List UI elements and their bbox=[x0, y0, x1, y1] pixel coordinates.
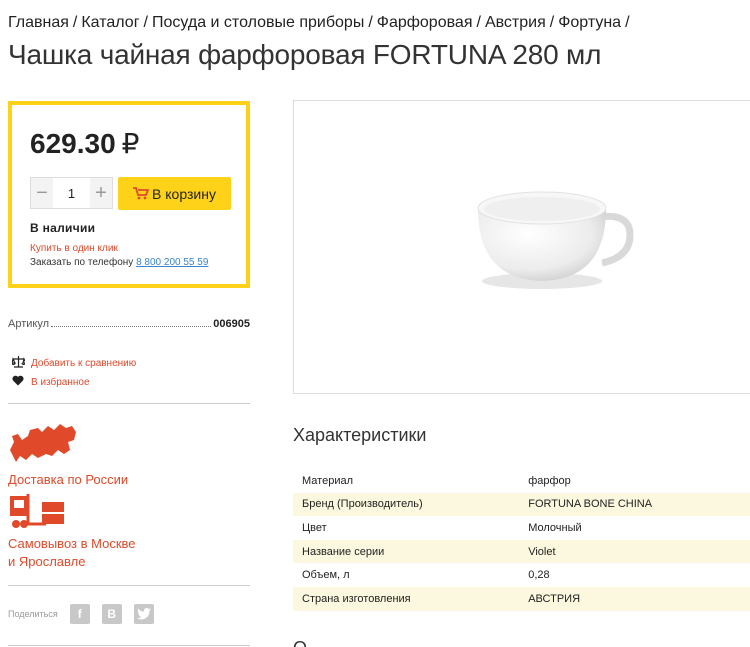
spec-value: 0,28 bbox=[528, 569, 550, 582]
buy-one-click-link[interactable]: Купить в один клик bbox=[30, 243, 118, 254]
breadcrumb-catalog[interactable]: Каталог bbox=[81, 14, 139, 31]
pickup-label: Самовывоз в Москве и Ярославле bbox=[8, 535, 136, 571]
breadcrumb-austria[interactable]: Австрия bbox=[485, 14, 546, 31]
divider bbox=[8, 645, 250, 646]
spec-value: FORTUNA BONE CHINA bbox=[528, 498, 653, 511]
quantity-stepper: − 1 + bbox=[30, 177, 113, 209]
breadcrumb-tableware[interactable]: Посуда и столовые приборы bbox=[152, 14, 364, 31]
add-to-cart-label: В корзину bbox=[152, 185, 216, 202]
teacup-image bbox=[477, 191, 634, 289]
add-to-favorites-link[interactable]: В избранное bbox=[11, 375, 90, 389]
breadcrumb-separator: / bbox=[549, 14, 555, 31]
spec-name: Материал bbox=[302, 474, 353, 487]
sku-leader-dots bbox=[51, 326, 212, 327]
add-to-cart-button[interactable]: В корзину bbox=[118, 177, 231, 210]
breadcrumb: Главная / Каталог / Посуда и столовые прибор… bbox=[8, 14, 634, 32]
add-to-compare-link[interactable]: Добавить к сравнению bbox=[10, 355, 137, 371]
specs-title: Характеристики bbox=[293, 425, 427, 445]
stock-status: В наличии bbox=[30, 221, 96, 235]
spec-name: Страна изготовления bbox=[302, 592, 411, 605]
breadcrumb-separator: / bbox=[72, 14, 78, 31]
sku-label: Артикул bbox=[8, 318, 50, 330]
pickup-label-line2: и Ярославле bbox=[8, 554, 86, 569]
table-row: Объем, л 0,28 bbox=[293, 563, 750, 587]
cart-icon bbox=[133, 187, 150, 200]
qty-decrease-button[interactable]: − bbox=[31, 178, 53, 208]
breadcrumb-separator: / bbox=[476, 14, 481, 31]
scales-icon bbox=[10, 355, 27, 371]
heart-icon bbox=[11, 375, 25, 389]
spec-value: Violet bbox=[528, 545, 556, 558]
table-row: Цвет Молочный bbox=[293, 516, 750, 540]
qty-increase-button[interactable]: + bbox=[90, 178, 112, 208]
price-value: 629.30 bbox=[30, 128, 116, 159]
delivery-promo[interactable]: Доставка по России bbox=[8, 420, 128, 489]
breadcrumb-porcelain[interactable]: Фарфоровая bbox=[377, 14, 473, 31]
pickup-promo[interactable]: Самовывоз в Москве и Ярославле bbox=[8, 492, 136, 571]
buy-box: 629.30 ₽ − 1 + В корзину В наличии Купить… bbox=[8, 101, 250, 288]
specs-table: Материал фарфор Бренд (Производитель) FORT… bbox=[293, 469, 750, 611]
next-section-heading: О bbox=[293, 638, 307, 647]
breadcrumb-separator: / bbox=[625, 14, 630, 31]
qty-input[interactable]: 1 bbox=[53, 186, 90, 201]
phone-order-label: Заказать по телефону bbox=[30, 257, 134, 268]
breadcrumb-separator: / bbox=[368, 14, 373, 31]
sku-row: Артикул 006905 bbox=[8, 318, 250, 330]
breadcrumb-fortuna[interactable]: Фортуна bbox=[558, 14, 621, 31]
spec-value: фарфор bbox=[528, 474, 571, 487]
breadcrumb-home[interactable]: Главная bbox=[8, 14, 69, 31]
share-row: Поделиться f B bbox=[8, 604, 154, 624]
share-label: Поделиться bbox=[8, 609, 58, 619]
add-to-compare-label: Добавить к сравнению bbox=[31, 357, 137, 369]
sku-code: 006905 bbox=[213, 318, 250, 330]
pickup-label-line1: Самовывоз в Москве bbox=[8, 536, 136, 551]
table-row: Страна изготовления АВСТРИЯ bbox=[293, 586, 750, 611]
spec-value: АВСТРИЯ bbox=[528, 592, 581, 605]
page-title: Чашка чайная фарфоровая FORTUNA 280 мл bbox=[8, 39, 602, 70]
spec-value: Молочный bbox=[528, 521, 582, 534]
phone-order: Заказать по телефону 8 800 200 55 59 bbox=[30, 257, 208, 268]
breadcrumb-separator: / bbox=[143, 14, 148, 31]
table-row: Материал фарфор bbox=[293, 469, 750, 493]
spec-name: Объем, л bbox=[302, 569, 350, 582]
price: 629.30 ₽ bbox=[30, 127, 139, 160]
spec-name: Цвет bbox=[302, 521, 327, 534]
twitter-icon[interactable] bbox=[133, 604, 154, 624]
divider bbox=[8, 403, 250, 404]
spec-name: Бренд (Производитель) bbox=[302, 498, 423, 511]
facebook-icon[interactable]: f bbox=[69, 604, 90, 624]
forklift-icon bbox=[10, 494, 64, 528]
table-row: Название серии Violet bbox=[293, 539, 750, 564]
table-row: Бренд (Производитель) FORTUNA BONE CHINA bbox=[293, 492, 750, 517]
add-to-favorites-label: В избранное bbox=[31, 376, 90, 388]
russia-map-icon bbox=[10, 424, 76, 462]
spec-name: Название серии bbox=[302, 545, 385, 558]
phone-link[interactable]: 8 800 200 55 59 bbox=[136, 257, 208, 268]
vk-icon[interactable]: B bbox=[101, 604, 122, 624]
delivery-label: Доставка по России bbox=[8, 472, 129, 487]
currency-symbol: ₽ bbox=[121, 128, 140, 159]
product-photo[interactable] bbox=[293, 100, 750, 394]
divider bbox=[8, 585, 250, 586]
